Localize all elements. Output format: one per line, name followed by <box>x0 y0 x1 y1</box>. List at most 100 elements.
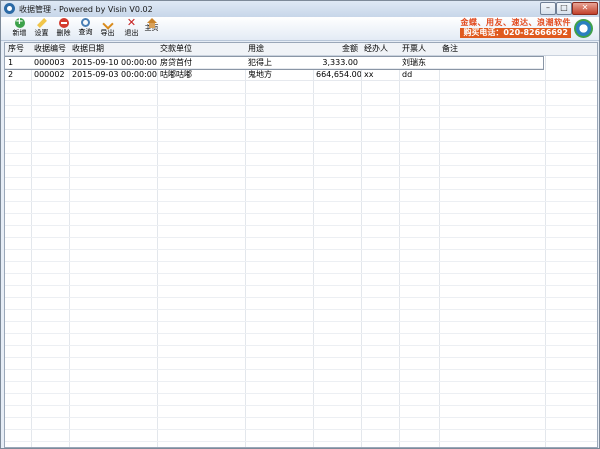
cell-purpose: 犯得上 <box>248 58 272 67</box>
window-title: 收据管理 - Powered by Visin V0.02 <box>19 5 153 14</box>
cell-receipt-date: 2015-09-10 00:00:00 <box>72 58 157 67</box>
row-separator <box>5 129 597 130</box>
ad-phone-line: 购买电话：020-82666692 <box>460 28 571 38</box>
title-bar[interactable]: 收据管理 - Powered by Visin V0.02 – □ ✕ <box>1 1 599 17</box>
exit-icon: ✕ <box>126 16 137 29</box>
row-separator <box>5 189 597 190</box>
export-button[interactable]: 导出 <box>97 18 118 39</box>
exit-button[interactable]: ✕ 退出 <box>121 16 142 39</box>
table-row[interactable]: 2 000002 2015-09-03 00:00:00 咕嘟咕嘟 鬼地方 66… <box>5 69 597 81</box>
exit-button-label: 退出 <box>124 29 139 37</box>
column-divider <box>245 43 246 447</box>
header-amount[interactable]: 金额 <box>313 43 361 55</box>
row-separator <box>5 321 597 322</box>
settings-button-label: 设置 <box>34 29 49 37</box>
row-separator <box>5 285 597 286</box>
header-receipt-code[interactable]: 收据编号 <box>31 43 69 55</box>
cell-receipt-code: 000003 <box>34 58 65 67</box>
cell-issuer: 刘瑞东 <box>402 58 426 67</box>
receipt-table: 序号 收据编号 收据日期 交款单位 用途 金额 经办人 开票人 备注 1 000… <box>4 42 598 448</box>
row-separator <box>5 153 597 154</box>
row-separator <box>5 297 597 298</box>
column-divider <box>361 43 362 447</box>
row-separator <box>5 333 597 334</box>
company-logo-icon <box>574 19 593 38</box>
minimize-button[interactable]: – <box>540 2 556 15</box>
settings-button[interactable]: 设置 <box>31 18 52 39</box>
header-payer[interactable]: 交款单位 <box>157 43 245 55</box>
header-receipt-date[interactable]: 收据日期 <box>69 43 157 55</box>
new-button-label: 新增 <box>12 29 27 37</box>
column-divider <box>69 43 70 447</box>
row-separator <box>5 309 597 310</box>
row-separator <box>5 105 597 106</box>
new-button[interactable]: 新增 <box>9 16 30 39</box>
row-separator <box>5 429 597 430</box>
table-header: 序号 收据编号 收据日期 交款单位 用途 金额 经办人 开票人 备注 <box>5 43 597 56</box>
row-separator <box>5 93 597 94</box>
row-separator <box>5 165 597 166</box>
row-separator <box>5 357 597 358</box>
row-separator <box>5 405 597 406</box>
home-icon <box>146 18 157 28</box>
table-row[interactable]: 1 000003 2015-09-10 00:00:00 房贷首付 犯得上 3,… <box>5 56 544 70</box>
row-separator <box>5 213 597 214</box>
column-divider <box>399 43 400 447</box>
row-separator <box>5 441 597 442</box>
cell-purpose: 鬼地方 <box>248 70 272 79</box>
row-separator <box>5 345 597 346</box>
row-separator <box>5 381 597 382</box>
header-note[interactable]: 备注 <box>439 43 545 55</box>
ad-product-line: 金蝶、用友、速达、浪潮软件 <box>460 18 571 27</box>
row-separator <box>5 201 597 202</box>
cell-handler <box>361 57 399 68</box>
main-window: 收据管理 - Powered by Visin V0.02 – □ ✕ 新增 设… <box>0 0 600 449</box>
search-icon <box>81 18 90 27</box>
delete-button-label: 删除 <box>56 29 71 37</box>
cell-handler: xx <box>364 70 374 79</box>
query-button[interactable]: 查询 <box>75 18 96 39</box>
row-separator <box>5 225 597 226</box>
cell-payer: 房贷首付 <box>160 58 192 67</box>
cell-amount: 3,333.00 <box>322 58 358 67</box>
column-divider <box>313 43 314 447</box>
pencil-icon <box>36 18 47 28</box>
column-divider <box>545 43 546 447</box>
add-icon <box>14 16 25 28</box>
cell-seq: 2 <box>8 70 14 79</box>
cell-receipt-date: 2015-09-03 00:00:00 <box>72 70 157 79</box>
row-separator <box>5 393 597 394</box>
close-button[interactable]: ✕ <box>572 2 598 15</box>
row-separator <box>5 369 597 370</box>
advertisement-banner[interactable]: 金蝶、用友、速达、浪潮软件 购买电话：020-82666692 <box>441 17 571 40</box>
delete-icon <box>58 18 69 28</box>
row-separator <box>5 177 597 178</box>
column-divider <box>31 43 32 447</box>
toolbar: 新增 设置 删除 查询 导出 ✕ 退出 主页 金蝶、用友、速达、浪潮软件 购买电 <box>1 16 599 41</box>
header-purpose[interactable]: 用途 <box>245 43 313 55</box>
row-separator <box>5 261 597 262</box>
export-button-label: 导出 <box>100 29 115 37</box>
home-button[interactable]: 主页 <box>141 18 162 39</box>
row-separator <box>5 249 597 250</box>
cell-issuer: dd <box>402 70 413 79</box>
cell-amount: 664,654.00 <box>316 70 361 79</box>
cell-seq: 1 <box>8 58 14 67</box>
delete-button[interactable]: 删除 <box>53 18 74 39</box>
query-button-label: 查询 <box>78 28 93 36</box>
header-seq[interactable]: 序号 <box>5 43 31 55</box>
column-divider <box>439 43 440 447</box>
row-separator <box>5 273 597 274</box>
row-separator <box>5 417 597 418</box>
cell-receipt-code: 000002 <box>34 70 65 79</box>
header-issuer[interactable]: 开票人 <box>399 43 439 55</box>
cell-payer: 咕嘟咕嘟 <box>160 70 192 79</box>
maximize-button[interactable]: □ <box>556 2 572 15</box>
row-separator <box>5 141 597 142</box>
row-separator <box>5 237 597 238</box>
header-handler[interactable]: 经办人 <box>361 43 399 55</box>
cell-note <box>439 57 543 68</box>
export-icon <box>101 18 114 30</box>
cell-note <box>439 69 545 80</box>
column-divider <box>157 43 158 447</box>
